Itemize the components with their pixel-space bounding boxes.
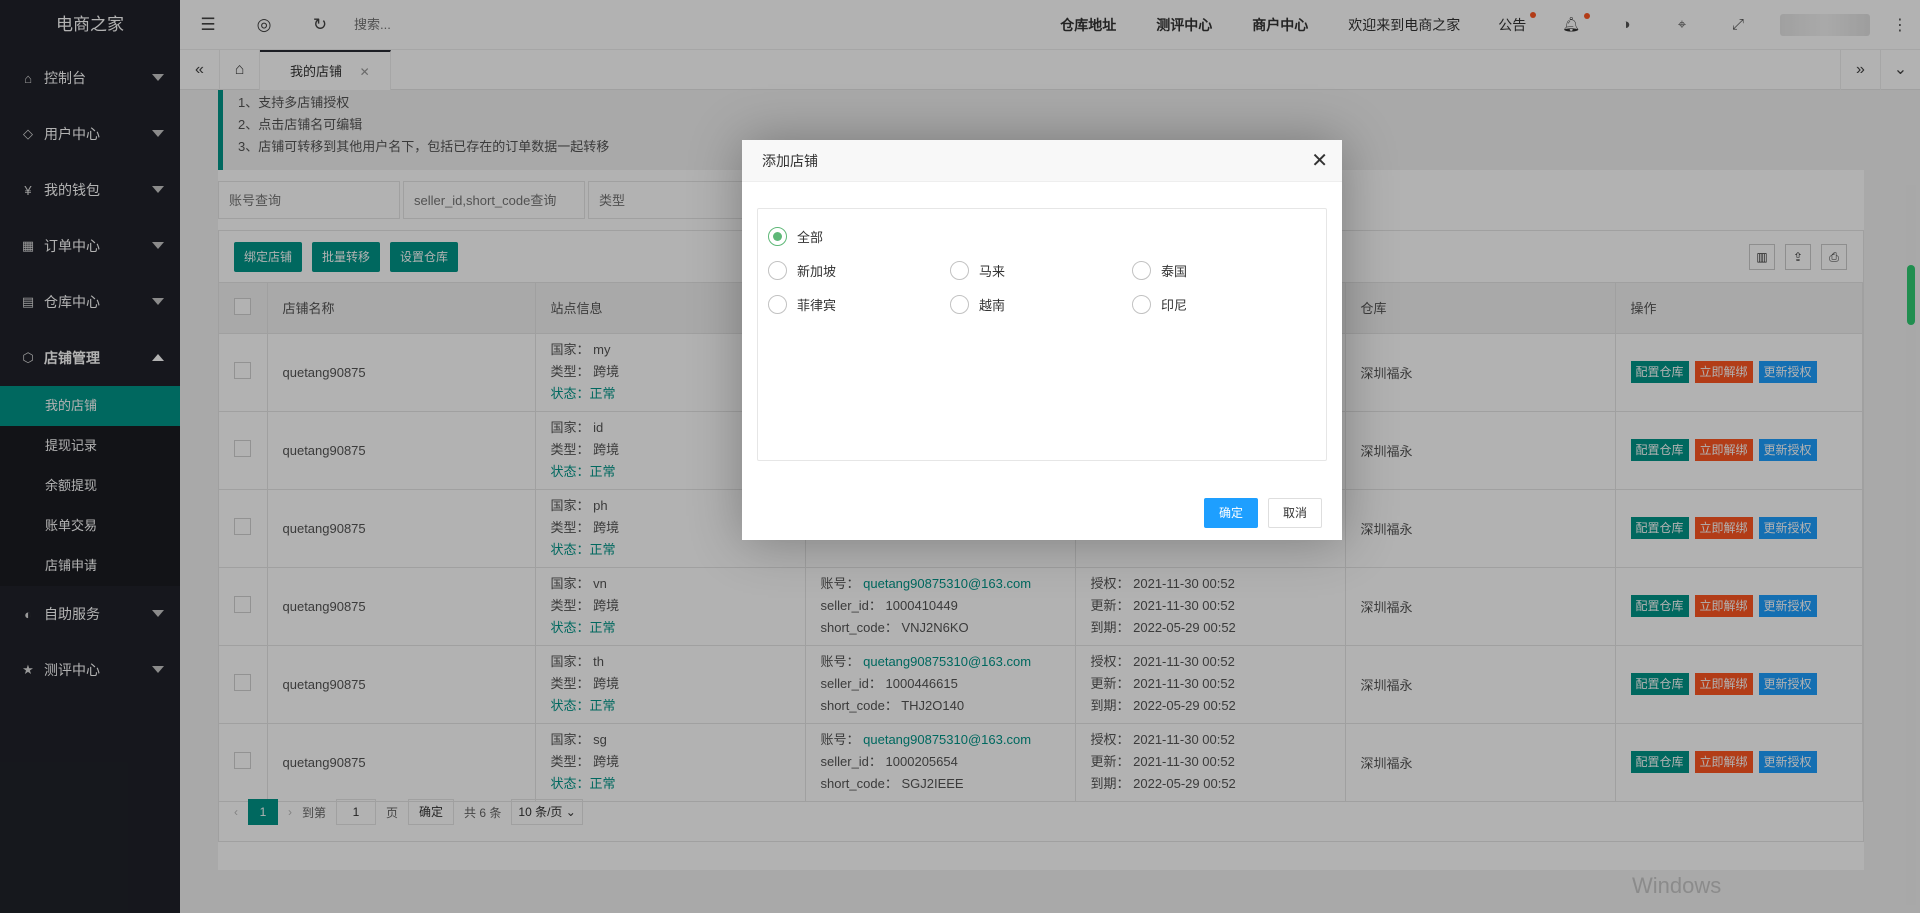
radio-circle (1132, 261, 1151, 280)
dialog-header: 添加店铺 ✕ (742, 140, 1342, 182)
radio-all[interactable]: 全部 (768, 227, 823, 246)
radio-malaysia[interactable]: 马来 (950, 261, 1005, 280)
radio-circle (768, 261, 787, 280)
add-store-dialog: 添加店铺 ✕ 全部 新加坡 马来 泰国 菲律宾 越南 印尼 确定 取消 (742, 140, 1342, 540)
radio-circle (768, 295, 787, 314)
radio-circle (950, 261, 969, 280)
radio-label: 菲律宾 (797, 298, 837, 313)
radio-thailand[interactable]: 泰国 (1132, 261, 1187, 280)
radio-philippines[interactable]: 菲律宾 (768, 295, 836, 314)
radio-vietnam[interactable]: 越南 (950, 295, 1005, 314)
region-options-box: 全部 新加坡 马来 泰国 菲律宾 越南 印尼 (757, 208, 1327, 461)
radio-label: 越南 (979, 298, 1006, 313)
radio-singapore[interactable]: 新加坡 (768, 261, 836, 280)
radio-label: 印尼 (1161, 298, 1188, 313)
radio-circle (1132, 295, 1151, 314)
radio-circle (950, 295, 969, 314)
close-icon[interactable]: ✕ (1311, 140, 1328, 182)
radio-circle-selected (768, 227, 787, 246)
dialog-footer: 确定 取消 (1194, 498, 1322, 528)
radio-indonesia[interactable]: 印尼 (1132, 295, 1187, 314)
radio-label: 马来 (979, 264, 1006, 279)
cancel-button[interactable]: 取消 (1267, 498, 1322, 528)
dialog-title: 添加店铺 (762, 153, 818, 169)
radio-label: 新加坡 (797, 264, 837, 279)
confirm-button[interactable]: 确定 (1203, 498, 1258, 528)
radio-label: 泰国 (1161, 264, 1188, 279)
radio-label: 全部 (797, 230, 824, 245)
